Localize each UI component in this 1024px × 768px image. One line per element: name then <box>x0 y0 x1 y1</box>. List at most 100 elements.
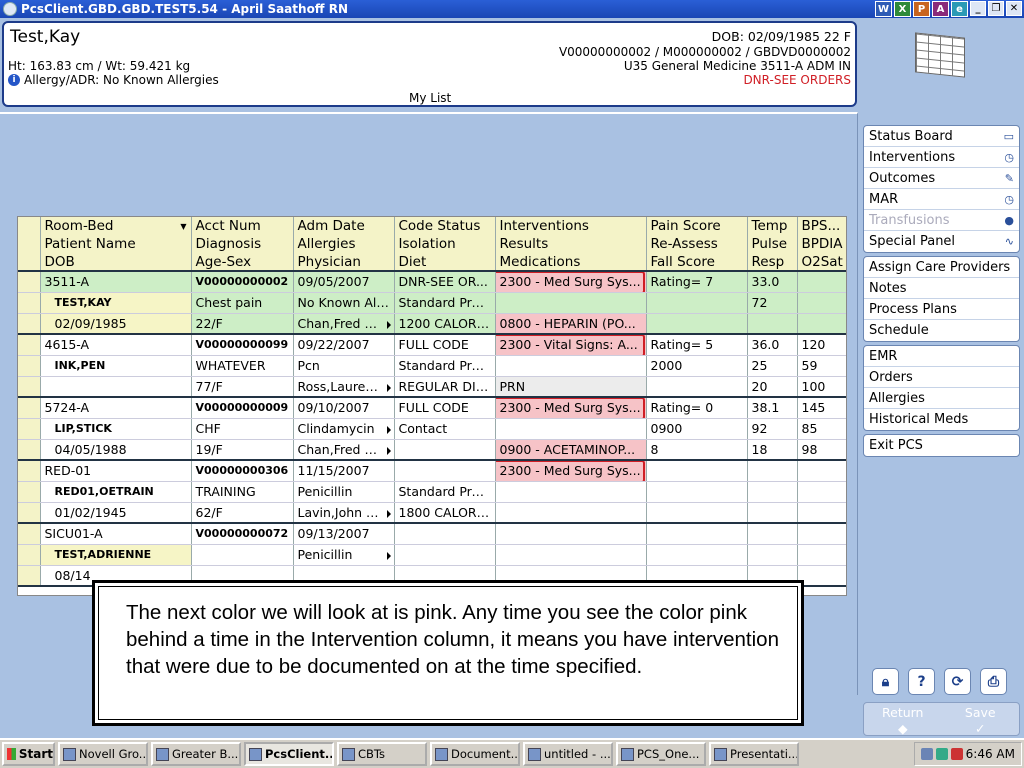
table-cell[interactable]: TEST,ADRIENNE <box>39 544 191 566</box>
column-header[interactable]: Results <box>494 235 646 253</box>
table-cell[interactable]: 04/05/1988 <box>39 439 191 461</box>
refresh-button[interactable]: ⟳ <box>944 668 971 695</box>
table-row[interactable]: SICU01-A V00000000072 09/13/2007 <box>18 523 846 545</box>
table-cell[interactable] <box>645 523 747 545</box>
antivirus-icon[interactable] <box>935 748 948 760</box>
column-header[interactable]: Resp <box>746 253 797 272</box>
table-cell[interactable]: 2300 - Med Surg Sys... <box>494 460 646 482</box>
table-cell[interactable]: Rating= 0 <box>645 397 747 419</box>
table-cell[interactable]: FULL CODE <box>393 334 495 356</box>
column-header[interactable]: BPDIA <box>796 235 846 253</box>
table-cell[interactable]: DNR-SEE OR... <box>393 271 495 293</box>
access-icon[interactable]: A <box>932 1 949 17</box>
side-menu-item[interactable]: Process Plans <box>864 299 1019 320</box>
table-cell[interactable]: 120 <box>796 334 846 356</box>
column-header[interactable]: Medications <box>494 253 646 272</box>
table-cell[interactable]: Pcn <box>292 355 394 377</box>
side-menu-item[interactable]: Exit PCS <box>864 435 1019 456</box>
table-cell[interactable]: Rating= 5 <box>645 334 747 356</box>
table-cell[interactable]: 2300 - Med Surg Sys... <box>494 271 646 293</box>
table-cell[interactable]: Standard Pre... <box>393 355 495 377</box>
n-icon[interactable] <box>950 748 963 760</box>
table-cell[interactable]: 62/F <box>190 502 293 524</box>
table-cell[interactable] <box>393 460 495 482</box>
row-selector[interactable] <box>18 460 40 482</box>
table-cell[interactable]: 38.1 <box>746 397 797 419</box>
column-header[interactable]: Acct Num <box>190 217 293 235</box>
table-cell[interactable]: TRAINING <box>190 481 293 503</box>
table-cell[interactable] <box>796 481 846 503</box>
table-cell[interactable]: 11/15/2007 <box>292 460 394 482</box>
table-cell[interactable]: Clindamycin <box>292 418 394 440</box>
table-cell[interactable]: 25 <box>746 355 797 377</box>
row-selector[interactable] <box>18 544 40 566</box>
table-cell[interactable]: TEST,KAY <box>39 292 191 314</box>
table-cell[interactable]: 22/F <box>190 313 293 335</box>
table-row[interactable]: RED-01 V00000000306 11/15/2007 2300 - Med S… <box>18 460 846 482</box>
table-row[interactable]: TEST,ADRIENNE Penicillin <box>18 544 846 566</box>
table-row[interactable]: 02/09/1985 22/F Chan,Fred T ... 1200 CALORI… <box>18 313 846 335</box>
row-selector[interactable] <box>18 565 40 587</box>
table-cell[interactable] <box>645 502 747 524</box>
column-header[interactable]: Patient Name <box>39 235 191 253</box>
side-menu-item[interactable]: Assign Care Providers <box>864 257 1019 278</box>
table-cell[interactable]: 1800 CALORI... <box>393 502 495 524</box>
table-cell[interactable]: Chan,Fred T ... <box>292 313 394 335</box>
start-button[interactable]: Start <box>2 742 55 766</box>
column-header[interactable]: BPS... <box>796 217 846 235</box>
table-cell[interactable]: V00000000002 <box>190 271 293 293</box>
table-cell[interactable] <box>796 292 846 314</box>
table-cell[interactable] <box>645 292 747 314</box>
column-header[interactable]: Pain Score <box>645 217 747 235</box>
table-cell[interactable]: Standard Pre... <box>393 292 495 314</box>
table-cell[interactable]: RED01,OETRAIN <box>39 481 191 503</box>
table-cell[interactable]: INK,PEN <box>39 355 191 377</box>
table-cell[interactable] <box>645 376 747 398</box>
table-cell[interactable]: 09/05/2007 <box>292 271 394 293</box>
table-row[interactable]: LIP,STICK CHF Clindamycin Contact 0900 92 85 <box>18 418 846 440</box>
table-cell[interactable] <box>746 481 797 503</box>
table-cell[interactable]: Penicillin <box>292 544 394 566</box>
column-header[interactable]: Age-Sex <box>190 253 293 272</box>
table-cell[interactable] <box>494 292 646 314</box>
side-menu-item[interactable]: Historical Meds <box>864 409 1019 430</box>
table-cell[interactable]: WHATEVER <box>190 355 293 377</box>
column-header[interactable]: Re-Assess <box>645 235 747 253</box>
row-selector[interactable] <box>18 292 40 314</box>
table-cell[interactable]: Chan,Fred T ... <box>292 439 394 461</box>
table-cell[interactable] <box>796 271 846 293</box>
table-cell[interactable] <box>645 460 747 482</box>
table-cell[interactable] <box>645 544 747 566</box>
row-selector[interactable] <box>18 313 40 335</box>
table-cell[interactable] <box>796 502 846 524</box>
table-cell[interactable]: 33.0 <box>746 271 797 293</box>
table-row[interactable]: 04/05/1988 19/F Chan,Fred T ... 0900 - ACET… <box>18 439 846 461</box>
column-header[interactable]: Allergies <box>292 235 394 253</box>
table-cell[interactable] <box>494 355 646 377</box>
side-menu-item[interactable]: MAR ◷ <box>864 189 1019 210</box>
minimize-button[interactable]: _ <box>970 1 986 16</box>
print-button[interactable]: ⎙ <box>980 668 1007 695</box>
column-header[interactable]: Isolation <box>393 235 495 253</box>
table-cell[interactable]: V00000000306 <box>190 460 293 482</box>
row-selector[interactable] <box>18 439 40 461</box>
row-selector[interactable] <box>18 397 40 419</box>
column-header[interactable]: Diagnosis <box>190 235 293 253</box>
table-cell[interactable] <box>796 565 846 587</box>
row-selector[interactable] <box>18 271 40 293</box>
table-cell[interactable]: 8 <box>645 439 747 461</box>
column-header[interactable]: Room-Bed ▼ <box>39 217 191 235</box>
save-button[interactable]: Save ✓ <box>942 703 1020 736</box>
table-cell[interactable]: V00000000072 <box>190 523 293 545</box>
taskbar-task[interactable]: Novell Gro... <box>58 742 148 766</box>
sort-arrow-icon[interactable]: ▼ <box>180 222 186 231</box>
side-menu-item[interactable]: Status Board ▭ <box>864 126 1019 147</box>
side-menu-item[interactable]: Special Panel ∿ <box>864 231 1019 252</box>
table-cell[interactable] <box>494 418 646 440</box>
column-header[interactable]: O2Sat <box>796 253 846 272</box>
row-selector[interactable] <box>18 481 40 503</box>
column-header[interactable]: Temp <box>746 217 797 235</box>
taskbar-task[interactable]: Presentati... <box>709 742 799 766</box>
table-cell[interactable]: No Known All... <box>292 292 394 314</box>
row-selector[interactable] <box>18 334 40 356</box>
